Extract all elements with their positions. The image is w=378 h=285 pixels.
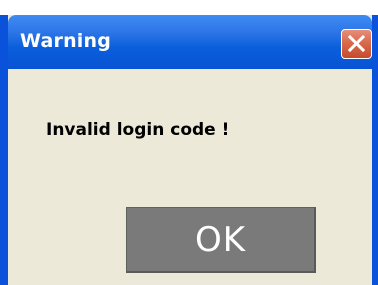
warning-dialog: Warning Invalid login code ! OK (0, 15, 378, 285)
ok-button-label: OK (194, 219, 247, 260)
dialog-title: Warning (20, 30, 112, 52)
close-button[interactable] (341, 29, 372, 59)
close-icon (348, 35, 365, 52)
title-bar[interactable]: Warning (8, 15, 372, 69)
ok-button[interactable]: OK (126, 207, 316, 273)
warning-message: Invalid login code ! (46, 120, 230, 140)
